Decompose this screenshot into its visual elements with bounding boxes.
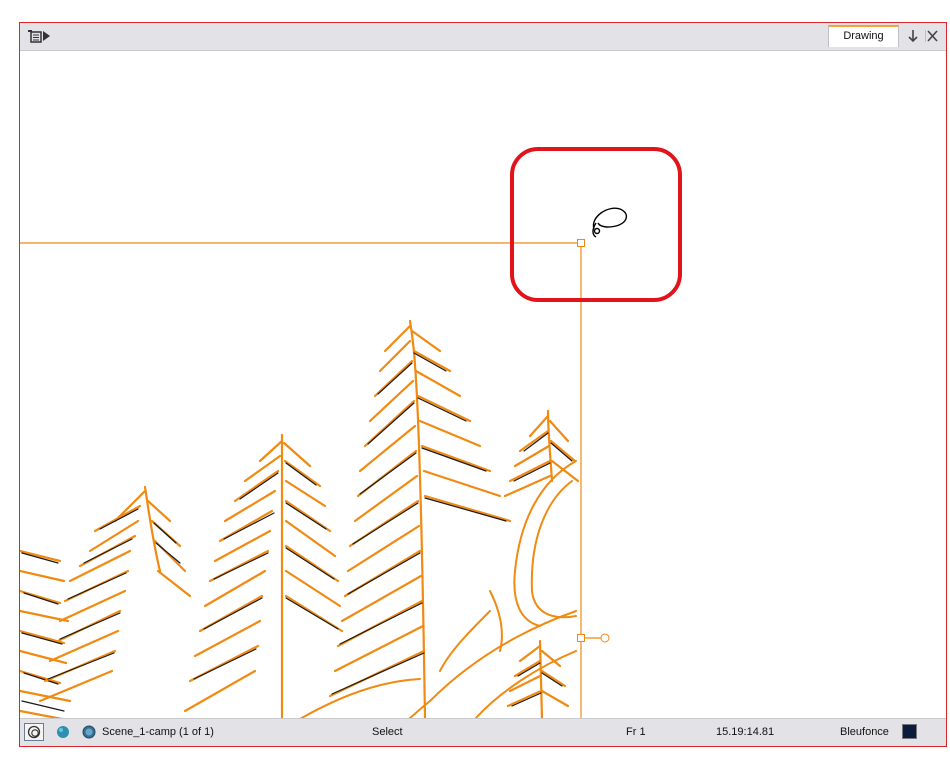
- lasso-cursor-icon: [592, 207, 627, 238]
- highlight-box: [510, 147, 682, 302]
- view-toolbar: Drawing: [20, 23, 946, 51]
- scene-globe-icon[interactable]: [82, 725, 96, 739]
- onion-skin-icon[interactable]: [24, 723, 44, 741]
- frame-corner-handle: [577, 239, 585, 247]
- tree-sketch: [20, 319, 580, 719]
- drawing-artwork: [20, 147, 682, 719]
- color-name-label: Bleufonce: [840, 726, 889, 738]
- frame-edge-handle: [577, 634, 585, 642]
- close-icon[interactable]: [924, 28, 940, 44]
- light-table-icon[interactable]: [56, 725, 70, 739]
- tab-drawing[interactable]: Drawing: [828, 25, 899, 47]
- current-color-swatch[interactable]: [902, 724, 917, 739]
- pin-icon[interactable]: [905, 28, 921, 44]
- scene-label: Scene_1-camp (1 of 1): [102, 726, 214, 738]
- drawing-view-panel: Drawing Scene_1-camp (1 of 1) Select Fr …: [19, 22, 947, 747]
- timecode-label: 15.19:14.81: [716, 726, 775, 738]
- view-menu-icon[interactable]: [26, 27, 52, 45]
- frame-label: Fr 1: [626, 726, 646, 738]
- status-bar: Scene_1-camp (1 of 1) Select Fr 1 15.19:…: [20, 718, 946, 746]
- frame-rotation-handle: [600, 633, 610, 643]
- tool-label: Select: [372, 726, 403, 738]
- drawing-canvas[interactable]: [20, 51, 946, 719]
